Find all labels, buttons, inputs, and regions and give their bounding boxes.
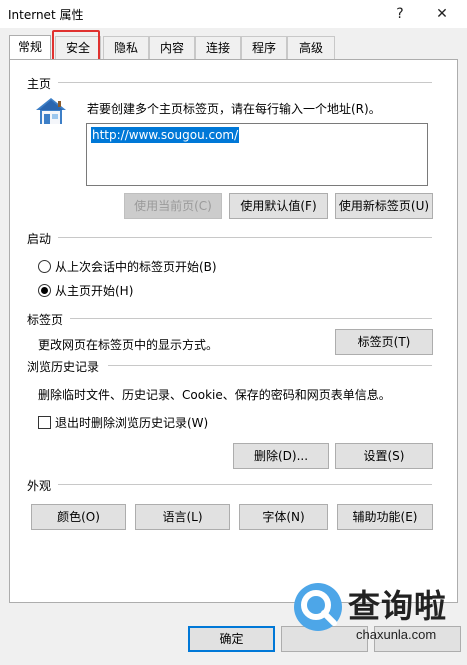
tab-advanced[interactable]: 高级: [287, 36, 335, 59]
radio-last-session-label: 从上次会话中的标签页开始(B): [55, 260, 217, 274]
use-current-button[interactable]: 使用当前页(C): [124, 193, 222, 219]
help-button[interactable]: ?: [387, 3, 413, 25]
history-settings-button[interactable]: 设置(S): [335, 443, 433, 469]
tabs-heading: 标签页: [27, 313, 64, 327]
languages-button[interactable]: 语言(L): [135, 504, 230, 530]
divider: [58, 237, 432, 238]
radio-last-session[interactable]: [38, 260, 51, 273]
window-title: Internet 属性: [8, 8, 84, 22]
tab-connections[interactable]: 连接: [195, 36, 241, 59]
home-url-value: http://www.sougou.com/: [91, 127, 240, 143]
delete-on-exit-checkbox[interactable]: [38, 416, 51, 429]
tabs-description: 更改网页在标签页中的显示方式。: [38, 338, 219, 352]
use-default-button[interactable]: 使用默认值(F): [229, 193, 328, 219]
tab-privacy[interactable]: 隐私: [103, 36, 149, 59]
watermark-brand: 查询啦: [348, 587, 448, 625]
close-button[interactable]: ✕: [429, 3, 455, 25]
tabs-button[interactable]: 标签页(T): [335, 329, 433, 355]
accessibility-button[interactable]: 辅助功能(E): [337, 504, 433, 530]
divider: [58, 484, 432, 485]
home-instruction: 若要创建多个主页标签页，请在每行输入一个地址(R)。: [87, 102, 381, 116]
divider: [108, 365, 432, 366]
history-heading: 浏览历史记录: [27, 360, 100, 374]
appearance-heading: 外观: [27, 479, 52, 493]
highlight-box: [52, 30, 100, 62]
watermark-logo-icon: [294, 583, 342, 631]
colors-button[interactable]: 颜色(O): [31, 504, 126, 530]
tab-programs[interactable]: 程序: [241, 36, 287, 59]
use-new-tab-button[interactable]: 使用新标签页(U): [335, 193, 433, 219]
watermark-domain: chaxunla.com: [356, 627, 437, 642]
watermark: 查询啦 chaxunla.com: [288, 575, 460, 660]
radio-home-label: 从主页开始(H): [55, 284, 134, 298]
radio-home[interactable]: [38, 284, 51, 297]
history-description: 删除临时文件、历史记录、Cookie、保存的密码和网页表单信息。: [38, 388, 391, 402]
divider: [58, 82, 432, 83]
divider: [70, 318, 432, 319]
home-heading: 主页: [27, 77, 52, 91]
home-url-textarea[interactable]: http://www.sougou.com/: [86, 123, 428, 186]
startup-heading: 启动: [27, 232, 52, 246]
delete-button[interactable]: 删除(D)...: [233, 443, 329, 469]
house-icon: [34, 96, 68, 126]
fonts-button[interactable]: 字体(N): [239, 504, 328, 530]
ok-button[interactable]: 确定: [188, 626, 275, 652]
tab-general[interactable]: 常规: [9, 35, 51, 60]
delete-on-exit-label: 退出时删除浏览历史记录(W): [55, 416, 209, 430]
tab-content[interactable]: 内容: [149, 36, 195, 59]
title-bar: Internet 属性 ? ✕: [0, 0, 467, 28]
